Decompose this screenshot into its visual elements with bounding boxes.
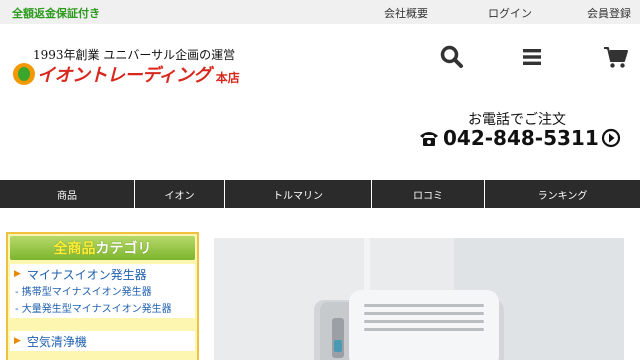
hero-product-image[interactable] [214,238,624,360]
nav-products[interactable]: 商品 [0,180,135,208]
subcategory-item[interactable]: - 大量発生型マイナスイオン発生器 [10,301,195,318]
cart-icon[interactable] [603,44,629,70]
guarantee-badge: 全額返金保証付き [12,7,100,20]
category-item-label: 空気清浄機 [26,334,87,349]
telephone-icon [420,132,438,146]
category-item-label: マイナスイオン発生器 [26,267,147,282]
main-nav: 商品 イオン トルマリン ロコミ ランキング [0,180,640,208]
menu-icon[interactable] [519,44,545,70]
top-bar: 全額返金保証付き 会社概要 ログイン 会員登録 [0,0,640,24]
category-item[interactable]: ▶ 空気清浄機 [10,331,195,351]
category-heading-accent: 全商品 [53,241,96,257]
category-group-air-purifier: ▶ 空気清浄機 [10,331,195,351]
subcategory-item[interactable]: - 携帯型マイナスイオン発生器 [10,284,195,301]
nav-reviews[interactable]: ロコミ [372,180,485,208]
category-heading: 全商品 カテゴリ [10,236,195,260]
phone-contact[interactable]: 042-848-5311 [418,125,621,151]
logo-sub: 本店 [215,70,240,85]
nav-tourmaline[interactable]: トルマリン [225,180,372,208]
arrow-circle-icon [601,128,620,148]
air-purifier-image [214,238,624,360]
triangle-right-icon: ▶ [14,336,21,346]
company-profile-link[interactable]: 会社概要 [384,5,428,21]
nav-ranking[interactable]: ランキング [485,180,640,208]
login-link[interactable]: ログイン [488,5,532,21]
site-logo[interactable]: イオントレーディング 本店 [13,62,240,86]
search-icon[interactable] [439,44,465,70]
logo-mark-icon [13,63,35,85]
category-group-ion-generator: ▶ マイナスイオン発生器 - 携帯型マイナスイオン発生器 - 大量発生型マイナス… [10,264,195,318]
logo-text: イオントレーディング [37,65,211,86]
phone-number: 042-848-5311 [443,126,599,150]
nav-ion[interactable]: イオン [135,180,225,208]
category-heading-text: カテゴリ [95,241,152,257]
register-link[interactable]: 会員登録 [587,5,631,21]
category-sidebar: 全商品 カテゴリ ▶ マイナスイオン発生器 - 携帯型マイナスイオン発生器 - … [6,232,199,360]
triangle-right-icon: ▶ [14,269,21,279]
category-item[interactable]: ▶ マイナスイオン発生器 [10,264,195,284]
